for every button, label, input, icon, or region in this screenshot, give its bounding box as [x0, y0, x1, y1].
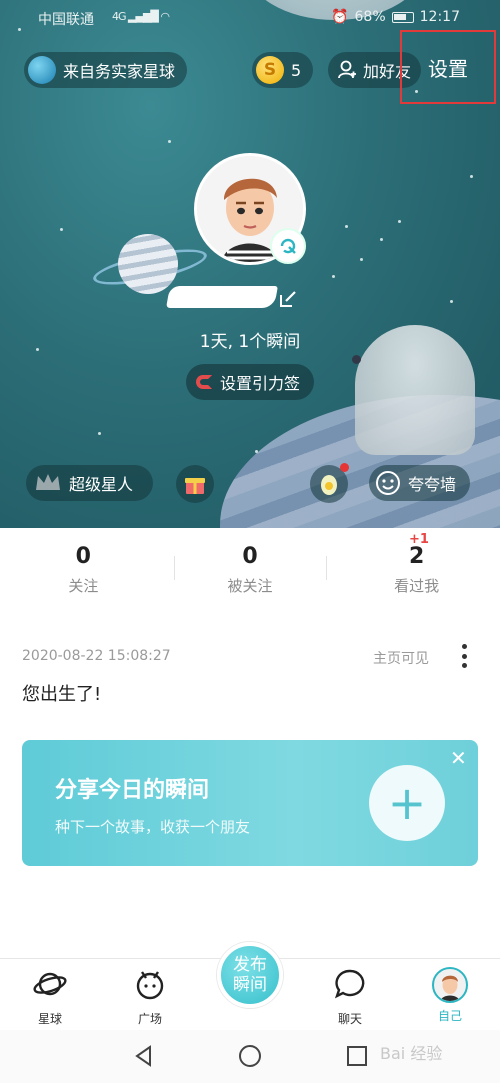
- battery-percent: 68%: [354, 9, 386, 25]
- share-moment-card[interactable]: 分享今日的瞬间 种下一个故事，收获一个朋友 + ✕: [22, 740, 478, 866]
- home-planet-label: 来自务实家星球: [63, 62, 176, 81]
- gift-button[interactable]: [176, 465, 214, 503]
- coins-button[interactable]: S 5: [252, 52, 314, 88]
- moment-text: 您出生了!: [22, 684, 102, 705]
- settings-label: 设置: [428, 56, 468, 81]
- refresh-icon: [280, 238, 296, 254]
- visitors-count: 2: [409, 544, 425, 569]
- following-count: 0: [75, 544, 91, 569]
- settings-button[interactable]: 设置: [400, 30, 496, 104]
- tab-square[interactable]: 广场: [115, 967, 185, 1027]
- praise-wall-label: 夸夸墙: [408, 475, 457, 494]
- share-card-title: 分享今日的瞬间: [55, 778, 210, 803]
- me-avatar: [432, 967, 468, 1003]
- share-add-button[interactable]: +: [369, 765, 445, 841]
- tab-me-label: 自己: [437, 1009, 462, 1023]
- magnet-icon: [196, 375, 212, 389]
- share-card-subtitle: 种下一个故事，收获一个朋友: [55, 818, 251, 836]
- network-type: 4G: [112, 10, 126, 23]
- super-star-button[interactable]: 超级星人: [26, 465, 154, 501]
- chat-icon: [334, 969, 365, 999]
- days-moments-summary: 1天, 1个瞬间: [199, 332, 301, 352]
- tab-planet-label: 星球: [37, 1012, 62, 1026]
- stat-divider: [326, 556, 327, 580]
- close-icon[interactable]: ✕: [450, 746, 467, 770]
- stat-following[interactable]: 0 关注: [0, 528, 167, 608]
- tab-chat[interactable]: 聊天: [315, 967, 385, 1027]
- moment-timestamp: 2020-08-22 15:08:27: [22, 648, 171, 664]
- battery-icon: [391, 11, 414, 23]
- home-planet-button[interactable]: 来自务实家星球: [24, 52, 188, 88]
- publish-moment-button[interactable]: 发布 瞬间: [217, 942, 283, 1008]
- tab-me[interactable]: 自己: [415, 967, 485, 1024]
- gravity-tag-label: 设置引力签: [220, 374, 301, 393]
- publish-label-line2: 瞬间: [233, 975, 267, 995]
- tab-chat-label: 聊天: [337, 1012, 362, 1026]
- super-star-label: 超级星人: [69, 475, 134, 494]
- publish-label-line1: 发布: [233, 955, 267, 975]
- stat-followers[interactable]: 0 被关注: [167, 528, 334, 608]
- tab-planet[interactable]: 星球: [15, 967, 85, 1027]
- coin-icon: S: [256, 56, 284, 84]
- edit-icon[interactable]: [278, 289, 298, 309]
- visitors-new-badge: +1: [409, 532, 429, 547]
- crown-icon: [36, 474, 60, 490]
- planet-icon: [33, 972, 67, 996]
- status-bar: 中国联通 4G ▂▄▆█ ◠ ⏰ 68% 12:17: [0, 0, 500, 34]
- plus-icon: +: [387, 776, 427, 830]
- planet-avatar-icon: [28, 56, 56, 84]
- visitors-label: 看过我: [394, 577, 440, 595]
- notification-dot: [340, 463, 349, 472]
- alarm-icon: ⏰: [331, 9, 349, 25]
- stat-divider: [174, 556, 175, 580]
- profile-hero: 中国联通 4G ▂▄▆█ ◠ ⏰ 68% 12:17 来自务实家星球 S 5 加…: [0, 0, 500, 528]
- username-redacted: [166, 286, 278, 308]
- avatar-switch-button[interactable]: [270, 228, 306, 264]
- small-planet-decoration: [118, 234, 178, 294]
- back-icon[interactable]: [132, 1044, 156, 1068]
- egg-icon: [321, 475, 337, 495]
- tab-square-label: 广场: [137, 1012, 162, 1026]
- square-icon: [136, 971, 164, 1000]
- home-icon[interactable]: [238, 1044, 262, 1068]
- signal-icon: 4G ▂▄▆█ ◠: [112, 10, 170, 23]
- following-label: 关注: [68, 577, 99, 595]
- followers-label: 被关注: [227, 577, 273, 595]
- add-person-icon: [338, 60, 356, 79]
- recents-icon[interactable]: [345, 1044, 369, 1068]
- watermark: Bai 经验: [380, 1044, 443, 1063]
- followers-count: 0: [242, 544, 258, 569]
- smile-icon: [376, 471, 400, 495]
- clock: 12:17: [419, 9, 460, 25]
- gift-icon: [185, 478, 205, 494]
- gravity-tag-button[interactable]: 设置引力签: [186, 364, 315, 400]
- praise-wall-button[interactable]: 夸夸墙: [369, 465, 471, 501]
- more-options-icon[interactable]: [460, 644, 468, 668]
- coin-count: 5: [291, 60, 302, 80]
- moment-visibility: 主页可见: [373, 651, 429, 667]
- carrier-name: 中国联通: [38, 12, 94, 28]
